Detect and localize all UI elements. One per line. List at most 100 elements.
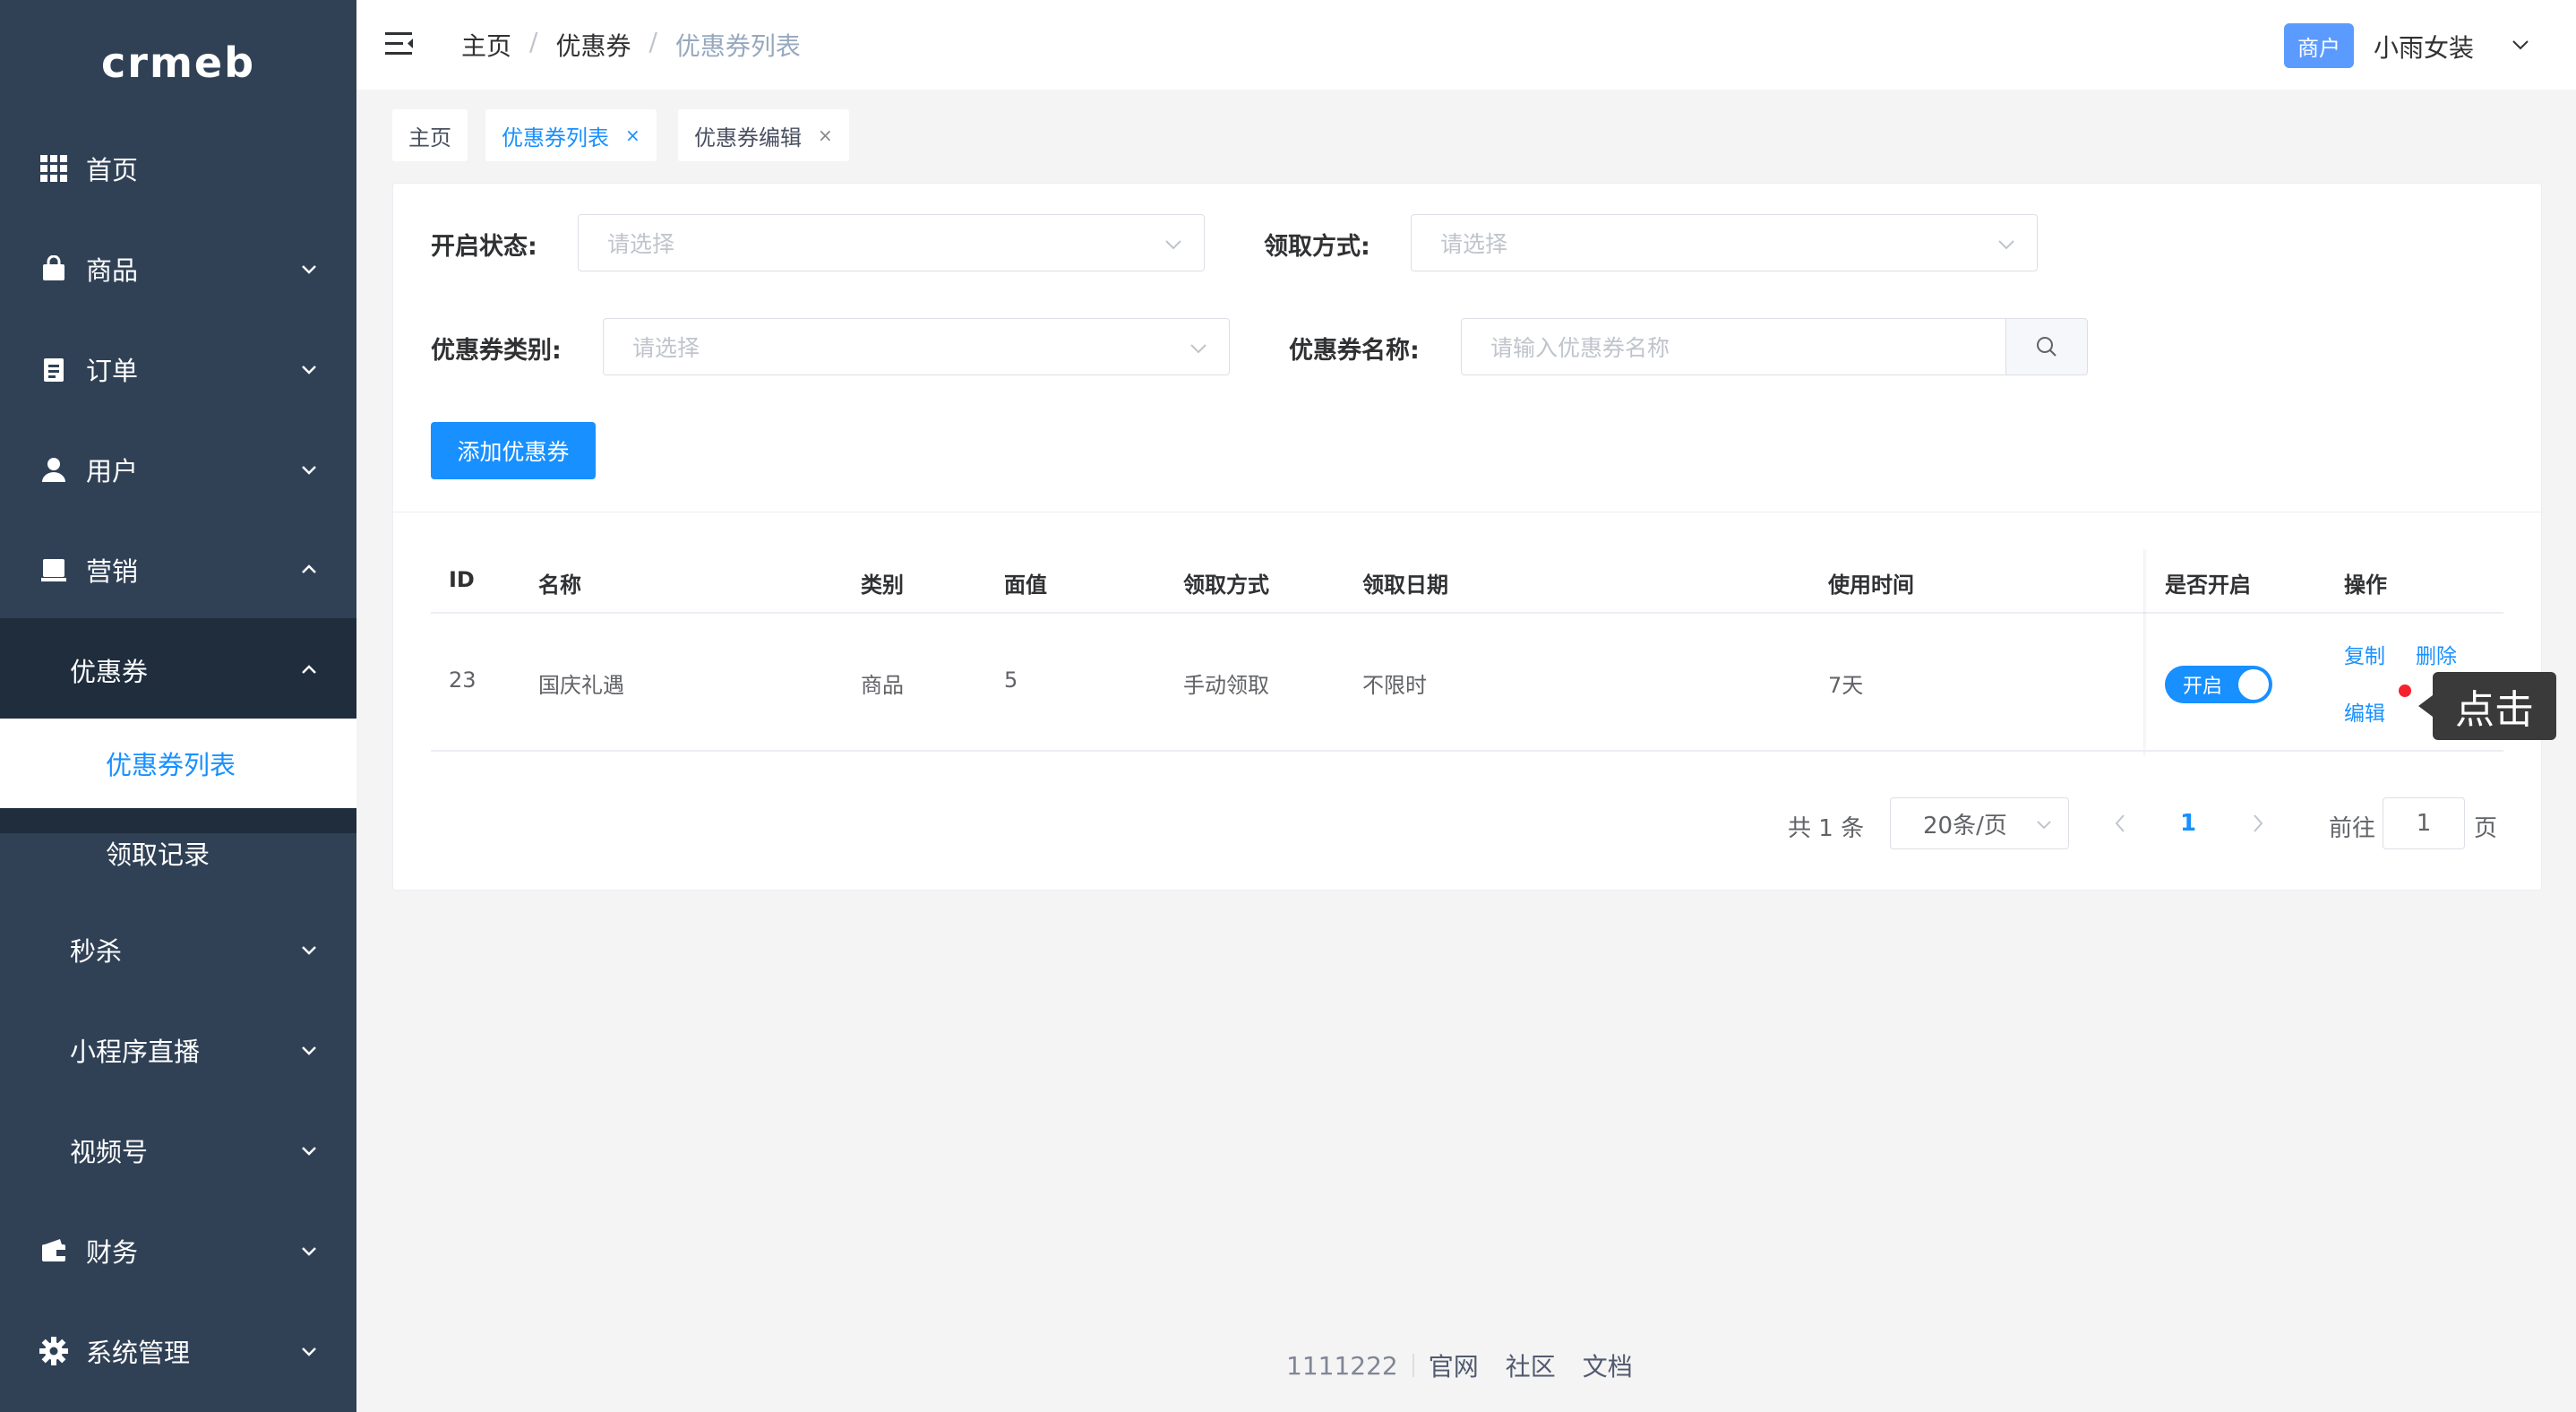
- chevron-down-icon: [302, 265, 316, 274]
- close-icon[interactable]: ×: [625, 125, 640, 146]
- cell-category: 商品: [861, 673, 904, 698]
- sidebar-item-finance[interactable]: 财务: [0, 1201, 356, 1301]
- chevron-down-icon: [1190, 344, 1206, 354]
- tab-coupon-list[interactable]: 优惠券列表 ×: [485, 109, 657, 161]
- chevron-down-icon: [302, 1046, 316, 1055]
- sidebar-item-receive-records[interactable]: 领取记录: [0, 808, 356, 898]
- table-header-border: [431, 612, 2503, 614]
- chevron-up-icon: [302, 564, 316, 573]
- page-size-select[interactable]: 20条/页: [1890, 797, 2069, 849]
- sidebar-item-label: 订单: [86, 356, 139, 386]
- category-filter-label: 优惠券类别:: [431, 337, 562, 365]
- sidebar-item-system[interactable]: 系统管理: [0, 1301, 356, 1401]
- column-header-receive-date: 领取日期: [1362, 573, 1448, 598]
- sidebar-item-label: 营销: [86, 556, 139, 587]
- add-coupon-button[interactable]: 添加优惠券: [431, 422, 596, 479]
- breadcrumb-home[interactable]: 主页: [461, 27, 511, 63]
- breadcrumb-coupons[interactable]: 优惠券: [555, 27, 631, 63]
- coupon-name-input[interactable]: 请输入优惠券名称: [1461, 318, 2009, 375]
- clipboard-icon: [39, 355, 68, 383]
- status-filter-label: 开启状态:: [431, 233, 537, 261]
- logo: crmeb: [100, 39, 255, 87]
- tab-label: 主页: [408, 125, 451, 151]
- enabled-toggle[interactable]: 开启: [2165, 666, 2272, 703]
- tab-label: 优惠券列表: [502, 125, 609, 151]
- sidebar-item-label: 商品: [86, 255, 139, 286]
- tab-label: 优惠券编辑: [694, 125, 802, 151]
- receive-method-select[interactable]: 请选择: [1411, 214, 2038, 271]
- receive-method-placeholder: 请选择: [1440, 231, 1508, 257]
- receive-method-label: 领取方式:: [1264, 233, 1370, 261]
- tab-home[interactable]: 主页: [392, 109, 468, 161]
- search-button[interactable]: [2005, 318, 2088, 375]
- chevron-down-icon: [302, 1147, 316, 1156]
- sidebar-item-label: 优惠券列表: [106, 750, 236, 780]
- copy-link[interactable]: 复制: [2344, 639, 2385, 669]
- sidebar-item-label: 秒杀: [70, 936, 123, 967]
- chevron-down-icon[interactable]: [2510, 34, 2531, 56]
- footer-link-docs[interactable]: 文档: [1583, 1347, 1633, 1383]
- sidebar-item-label: 领取记录: [106, 839, 210, 870]
- column-header-actions: 操作: [2344, 573, 2387, 598]
- sidebar-item-label: 视频号: [70, 1137, 149, 1167]
- sidebar-item-users[interactable]: 用户: [0, 419, 356, 520]
- cell-receive-date: 不限时: [1362, 673, 1427, 698]
- column-header-category: 类别: [861, 573, 904, 598]
- toggle-knob: [2238, 669, 2269, 700]
- sidebar-item-mini-live[interactable]: 小程序直播: [0, 1000, 356, 1100]
- current-page[interactable]: 1: [2180, 810, 2196, 837]
- table-row-border: [431, 750, 2503, 752]
- menu-collapse-icon[interactable]: [385, 29, 416, 59]
- sidebar-item-flash-sale[interactable]: 秒杀: [0, 900, 356, 1000]
- sidebar-item-label: 小程序直播: [70, 1037, 201, 1067]
- click-tooltip: 点击: [2433, 672, 2556, 740]
- wallet-icon: [39, 1236, 68, 1265]
- toggle-label: 开启: [2183, 676, 2223, 698]
- tab-coupon-edit[interactable]: 优惠券编辑 ×: [678, 109, 849, 161]
- delete-link[interactable]: 删除: [2416, 639, 2457, 669]
- coupon-name-label: 优惠券名称:: [1289, 337, 1420, 365]
- sidebar-item-orders[interactable]: 订单: [0, 319, 356, 419]
- inbox-icon: [39, 555, 68, 584]
- category-select[interactable]: 请选择: [603, 318, 1230, 375]
- sidebar-item-coupon-list[interactable]: 优惠券列表: [0, 719, 356, 808]
- sidebar-item-marketing[interactable]: 营销: [0, 520, 356, 620]
- chevron-down-icon: [1165, 240, 1181, 250]
- close-icon[interactable]: ×: [818, 125, 833, 146]
- breadcrumb-current: 优惠券列表: [674, 31, 801, 61]
- search-icon: [2037, 337, 2057, 357]
- category-select-placeholder: 请选择: [632, 335, 700, 361]
- column-header-receive-method: 领取方式: [1183, 573, 1269, 598]
- grid-icon: [39, 154, 68, 183]
- footer-link-official[interactable]: 官网: [1429, 1347, 1479, 1383]
- cell-id: 23: [449, 667, 477, 693]
- next-page-icon[interactable]: [2248, 812, 2268, 835]
- user-icon: [39, 455, 68, 484]
- goto-label: 前往: [2329, 815, 2376, 842]
- top-header: 主页 / 优惠券 / 优惠券列表 商户 小雨女装: [356, 0, 2576, 90]
- edit-link[interactable]: 编辑: [2344, 696, 2385, 727]
- goto-page-input[interactable]: 1: [2383, 797, 2465, 849]
- page-suffix: 页: [2474, 815, 2498, 842]
- prev-page-icon[interactable]: [2110, 812, 2130, 835]
- user-menu[interactable]: 小雨女装: [2374, 29, 2474, 65]
- sidebar-item-products[interactable]: 商品: [0, 219, 356, 319]
- merchant-badge: 商户: [2284, 23, 2354, 68]
- sidebar-item-coupons[interactable]: 优惠券: [0, 620, 356, 720]
- sidebar-item-label: 系统管理: [86, 1338, 191, 1368]
- chevron-down-icon: [302, 1247, 316, 1256]
- status-select-placeholder: 请选择: [607, 231, 675, 257]
- sidebar-item-label: 财务: [86, 1237, 139, 1268]
- chevron-down-icon: [2037, 821, 2051, 830]
- shopping-bag-icon: [39, 254, 68, 283]
- sidebar-item-video-channel[interactable]: 视频号: [0, 1100, 356, 1201]
- footer-link-community[interactable]: 社区: [1506, 1347, 1556, 1383]
- column-header-use-time: 使用时间: [1828, 573, 1914, 598]
- tooltip-arrow: [2418, 695, 2433, 717]
- status-select[interactable]: 请选择: [578, 214, 1205, 271]
- cell-use-time: 7天: [1828, 673, 1864, 698]
- sidebar-item-label: 用户: [86, 456, 139, 486]
- sidebar-item-label: 优惠券: [70, 657, 149, 687]
- sidebar-item-home[interactable]: 首页: [0, 118, 356, 219]
- column-header-id: ID: [449, 567, 475, 592]
